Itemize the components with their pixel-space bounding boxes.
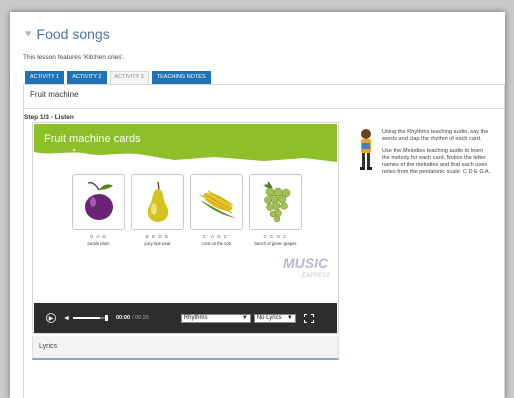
lyrics-panel[interactable]: Lyrics	[32, 336, 339, 360]
card-notes: G A G	[89, 234, 107, 239]
plum-icon	[84, 182, 113, 220]
activity-tabs: ACTIVITY 1 ACTIVITY 2 ACTIVITY 3 TEACHIN…	[25, 71, 211, 85]
volume-icon[interactable]: ◄	[63, 315, 70, 322]
music-express-logo: MUSIC EXPRESS	[283, 255, 333, 285]
instruction-rhythms: Using the Rhythms teaching audio, say th…	[382, 129, 489, 143]
logo-main-text: MUSIC	[283, 255, 329, 271]
volume-handle[interactable]	[104, 315, 108, 321]
total-time: / 00:25	[132, 315, 149, 321]
heart-icon[interactable]: ♥	[25, 28, 32, 40]
media-player: Fruit machine cards G A G purple plum E …	[32, 122, 339, 334]
step-label: Step 1/3 - Listen	[24, 114, 74, 121]
fruit-card: G A G purple plum	[72, 174, 125, 246]
card-caption: corn on the cob	[202, 241, 231, 246]
volume-fill	[72, 317, 101, 319]
chevron-down-icon: ▼	[286, 315, 293, 321]
fruit-card: C C G C bunch of green grapes	[249, 174, 302, 246]
player-controls: ▶ ◄ 00:00 / 00:25 Rhythms ▼ No Lyrics ▼	[34, 303, 337, 333]
card-caption: bunch of green grapes	[254, 241, 297, 246]
page-title: Food songs	[36, 26, 110, 42]
card-frame	[249, 174, 302, 230]
card-frame	[190, 174, 243, 230]
corn-icon	[197, 190, 236, 218]
fruit-card: E E G E juicy ripe pear	[131, 174, 184, 246]
lyrics-select-value: No Lyrics	[256, 315, 282, 321]
tab-activity-1[interactable]: ACTIVITY 1	[25, 71, 65, 85]
tab-teaching-notes[interactable]: TEACHING NOTES	[151, 71, 211, 85]
card-notes: C C G C	[263, 234, 288, 239]
logo-sub-text: EXPRESS	[302, 273, 331, 279]
fruit-card: C' A G C' corn on the cob	[190, 174, 243, 246]
player-banner: Fruit machine cards	[34, 124, 337, 164]
fullscreen-icon[interactable]	[303, 313, 314, 323]
card-notes: E E G E	[145, 234, 170, 239]
instruction-melodies: Use the Melodies teaching audio to learn…	[382, 147, 491, 176]
rhythms-select-value: Rhythms	[183, 315, 208, 321]
page-header: ♥ Food songs	[25, 26, 110, 42]
instructions: Using the Rhythms teaching audio, say th…	[382, 129, 492, 181]
chevron-down-icon: ▼	[241, 315, 248, 321]
lyrics-select[interactable]: No Lyrics ▼	[253, 313, 296, 323]
card-caption: purple plum	[87, 241, 110, 246]
pear-icon	[147, 181, 168, 222]
current-time: 00:00	[115, 315, 131, 321]
section-title: Fruit machine	[30, 90, 79, 99]
rhythms-select[interactable]: Rhythms ▼	[180, 313, 251, 323]
grapes-icon	[263, 181, 290, 223]
play-button[interactable]: ▶	[46, 313, 56, 323]
fruit-cards: G A G purple plum E E G E juicy ripe pea…	[72, 174, 302, 246]
card-caption: juicy ripe pear	[144, 241, 171, 246]
lesson-page: ♥ Food songs This lesson features 'Kitch…	[10, 12, 505, 398]
teacher-character-icon	[360, 129, 372, 170]
lesson-intro: This lesson features 'Kitchen cries'.	[23, 54, 125, 61]
tab-activity-2[interactable]: ACTIVITY 2	[67, 71, 107, 85]
tab-activity-3[interactable]: ACTIVITY 3	[109, 71, 149, 85]
banner-title: Fruit machine cards	[44, 133, 141, 145]
card-notes: C' A G C'	[203, 234, 230, 239]
lyrics-toggle[interactable]: Lyrics	[39, 343, 57, 350]
volume-slider[interactable]	[72, 315, 108, 321]
section-divider	[24, 108, 504, 109]
card-frame	[72, 174, 125, 230]
activity-panel: Fruit machine Step 1/3 - Listen Fruit ma…	[23, 84, 505, 398]
card-frame	[131, 174, 184, 230]
